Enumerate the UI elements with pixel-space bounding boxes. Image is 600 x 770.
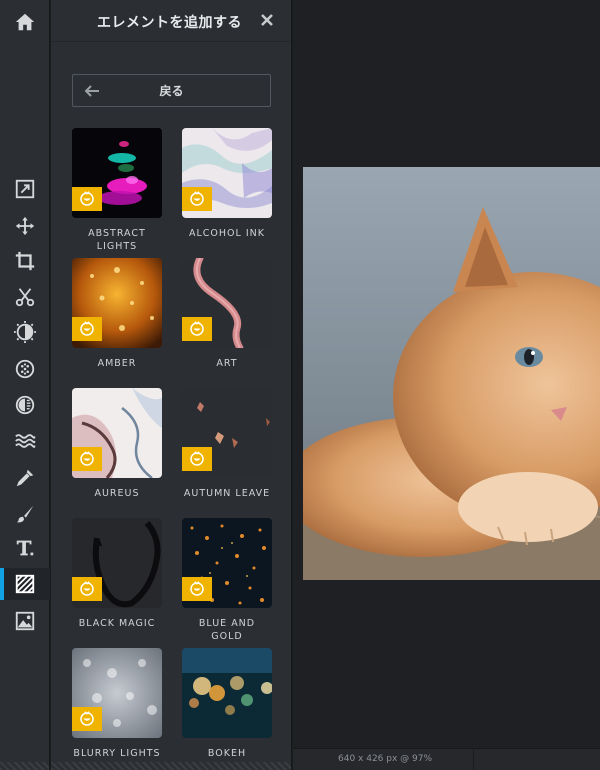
resize-icon [15, 179, 35, 199]
status-divider [473, 749, 474, 770]
wave-icon [15, 434, 36, 448]
element-tile-autumn-leave[interactable]: AUTUMN LEAVE [182, 388, 272, 500]
home-icon [15, 13, 35, 31]
text-tool[interactable] [0, 532, 50, 564]
panel-divider [51, 41, 291, 42]
element-thumbnail [72, 128, 162, 218]
element-tile-blurry-lights[interactable]: BLURRY LIGHTS [72, 648, 162, 760]
element-thumbnail [72, 258, 162, 348]
element-thumbnail [72, 388, 162, 478]
arrow-left-icon [84, 85, 99, 97]
home-button[interactable] [0, 5, 50, 39]
back-button[interactable]: 戻る [72, 74, 271, 107]
premium-badge [72, 707, 102, 731]
element-label: BOKEH [207, 748, 247, 759]
vignette-icon [15, 395, 35, 415]
toolbar-resize-handle [0, 762, 49, 770]
premium-badge [182, 577, 212, 601]
smiley-icon [80, 711, 94, 726]
element-thumbnail [182, 518, 272, 608]
element-label: AMBER [97, 358, 137, 369]
element-label: BLACK MAGIC [78, 618, 156, 629]
move-tool[interactable] [0, 210, 50, 242]
dropper-tool[interactable] [0, 462, 50, 494]
pattern-icon [15, 574, 35, 594]
smiley-icon [190, 321, 204, 336]
cut-icon [15, 288, 35, 307]
element-label: ART [216, 358, 238, 369]
element-label: ALCOHOL INK [189, 228, 265, 239]
element-tile-bokeh[interactable]: BOKEH [182, 648, 272, 760]
cut-tool[interactable] [0, 281, 50, 313]
effects-icon [15, 359, 35, 379]
smiley-icon [190, 191, 204, 206]
smiley-icon [190, 581, 204, 596]
adjust-icon [14, 321, 36, 343]
image-icon [15, 611, 35, 631]
premium-badge [72, 187, 102, 211]
canvas-image[interactable] [303, 167, 600, 580]
element-label: BLUE AND GOLD [198, 618, 256, 642]
back-button-label: 戻る [159, 84, 184, 98]
photo-editor-app: エレメントを追加する 戻る ABSTRACT LIGHTS ALCOHOL IN… [0, 0, 600, 770]
crop-tool[interactable] [0, 245, 50, 277]
element-tile-blue-and-gold[interactable]: BLUE AND GOLD [182, 518, 272, 643]
element-label: AUREUS [94, 488, 140, 499]
crop-icon [15, 251, 35, 271]
element-tile-aureus[interactable]: AUREUS [72, 388, 162, 500]
status-bar: 640 x 426 px @ 97% [293, 748, 600, 770]
premium-badge [182, 317, 212, 341]
premium-badge [182, 447, 212, 471]
pattern-tool[interactable] [0, 568, 50, 600]
smiley-icon [80, 321, 94, 336]
image-size-info: 640 x 426 px @ 97% [338, 754, 433, 764]
adjust-tool[interactable] [0, 316, 50, 348]
element-label: ABSTRACT LIGHTS [88, 228, 146, 252]
element-tile-amber[interactable]: AMBER [72, 258, 162, 370]
effects-tool[interactable] [0, 353, 50, 385]
close-button[interactable] [257, 10, 277, 30]
smiley-icon [80, 451, 94, 466]
element-label: BLURRY LIGHTS [73, 748, 161, 759]
left-toolbar [0, 0, 50, 770]
add-element-panel: エレメントを追加する 戻る ABSTRACT LIGHTS ALCOHOL IN… [51, 0, 292, 770]
premium-badge [72, 447, 102, 471]
panel-title: エレメントを追加する [97, 15, 242, 31]
element-tile-abstract-lights[interactable]: ABSTRACT LIGHTS [72, 128, 162, 253]
element-tile-alcohol-ink[interactable]: ALCOHOL INK [182, 128, 272, 240]
canvas-area[interactable]: 640 x 426 px @ 97% [293, 0, 600, 770]
text-icon [16, 540, 34, 556]
image-tool[interactable] [0, 605, 50, 637]
vignette-tool[interactable] [0, 389, 50, 421]
move-icon [15, 216, 35, 236]
texture-tool[interactable] [0, 425, 50, 457]
smiley-icon [190, 451, 204, 466]
element-thumbnail [182, 258, 272, 348]
brush-tool[interactable] [0, 498, 50, 530]
element-thumbnail [72, 648, 162, 738]
premium-badge [182, 187, 212, 211]
element-tile-black-magic[interactable]: BLACK MAGIC [72, 518, 162, 630]
element-thumbnail [182, 388, 272, 478]
premium-badge [72, 577, 102, 601]
element-thumbnail [182, 128, 272, 218]
dropper-icon [16, 469, 34, 487]
element-tile-art[interactable]: ART [182, 258, 272, 370]
panel-resize-handle [51, 762, 291, 770]
premium-badge [72, 317, 102, 341]
brush-icon [16, 505, 34, 523]
close-icon [261, 14, 273, 26]
element-thumbnail [182, 648, 272, 738]
resize-tool[interactable] [0, 173, 50, 205]
element-thumbnail [72, 518, 162, 608]
element-label: AUTUMN LEAVE [183, 488, 271, 499]
smiley-icon [80, 581, 94, 596]
smiley-icon [80, 191, 94, 206]
